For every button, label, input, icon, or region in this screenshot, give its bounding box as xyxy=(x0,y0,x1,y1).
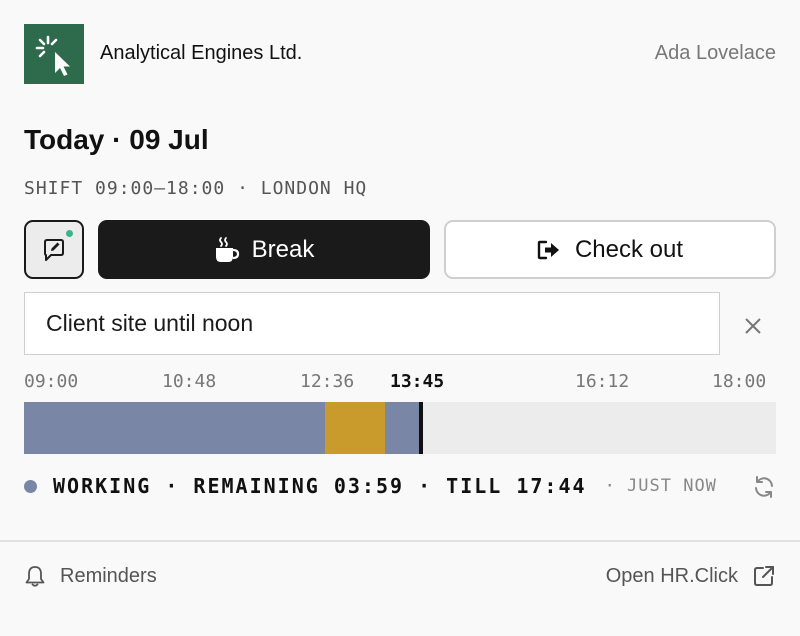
note-button[interactable] xyxy=(24,220,84,279)
user-name[interactable]: Ada Lovelace xyxy=(655,40,776,66)
reminders-label: Reminders xyxy=(60,564,157,587)
sign-out-icon xyxy=(537,240,559,259)
timeline-segment-working xyxy=(384,402,421,454)
page-title: Today · 09 Jul xyxy=(24,124,209,155)
status-text: WORKING · REMAINING 03:59 · TILL 17:44 xyxy=(53,474,587,498)
timeline-segment-working xyxy=(24,402,325,454)
unread-indicator-dot xyxy=(65,229,74,238)
company-name: Analytical Engines Ltd. xyxy=(100,42,303,64)
company-logo xyxy=(24,24,84,84)
shift-timeline[interactable] xyxy=(24,402,776,454)
open-hr-click-label: Open HR.Click xyxy=(605,564,738,587)
check-out-button-label: Check out xyxy=(574,235,684,263)
open-hr-click-link[interactable]: Open HR.Click xyxy=(606,562,776,590)
footer-divider xyxy=(0,540,800,542)
break-button-label: Break xyxy=(251,235,315,263)
timeline-tick-now: 13:45 xyxy=(390,371,445,392)
shift-info: SHIFT 09:00–18:00 · LONDON HQ xyxy=(24,178,368,199)
check-out-button[interactable]: Check out xyxy=(444,220,776,279)
last-updated: · JUST NOW xyxy=(604,476,717,496)
timeline-ticks: 09:00 10:48 12:36 13:45 16:12 18:00 xyxy=(0,370,800,394)
status-note-input[interactable] xyxy=(24,292,720,355)
current-time-marker xyxy=(418,402,423,454)
clear-note-button[interactable] xyxy=(740,313,766,339)
note-edit-icon xyxy=(44,238,64,261)
coffee-cup-icon xyxy=(215,236,239,262)
sparkle-cursor-icon xyxy=(35,35,70,76)
timeline-tick: 18:00 xyxy=(712,371,767,392)
refresh-icon xyxy=(755,476,773,498)
status-dot xyxy=(24,479,37,493)
break-button[interactable]: Break xyxy=(98,220,430,279)
timeline-tick: 09:00 xyxy=(24,371,79,392)
timeline-tick: 16:12 xyxy=(575,371,630,392)
reminders-link[interactable]: Reminders xyxy=(24,562,157,590)
header: Analytical Engines Ltd. Ada Lovelace xyxy=(0,0,800,110)
timeline-tick: 10:48 xyxy=(162,371,217,392)
timeline-tick: 12:36 xyxy=(300,371,355,392)
close-icon xyxy=(745,318,761,334)
bell-icon xyxy=(25,566,45,587)
status-line: WORKING · REMAINING 03:59 · TILL 17:44 ·… xyxy=(24,474,717,498)
external-link-icon xyxy=(754,566,774,586)
timeline-segment-break xyxy=(324,402,385,454)
refresh-button[interactable] xyxy=(750,473,778,501)
